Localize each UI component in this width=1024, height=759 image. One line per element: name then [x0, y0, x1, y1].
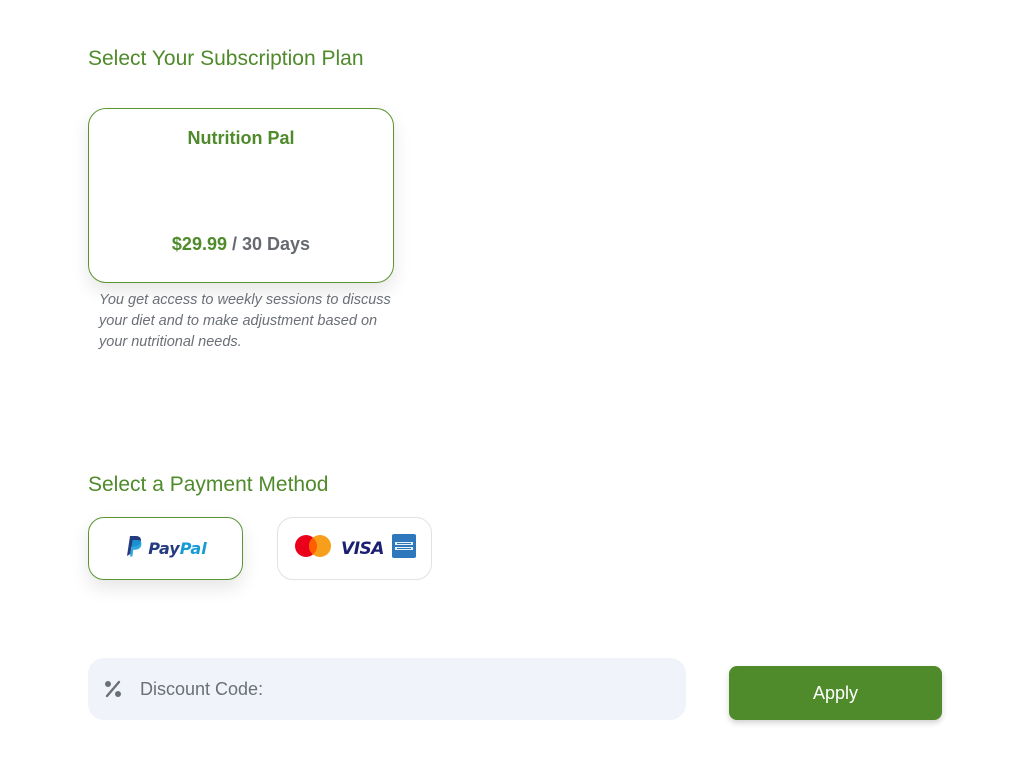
paypal-wordmark-pal: Pal: [179, 539, 207, 558]
discount-field[interactable]: [88, 658, 686, 720]
paypal-wordmark-pay: Pay: [148, 539, 180, 558]
checkout-page: Select Your Subscription Plan Nutrition …: [0, 0, 1024, 759]
plan-price-separator: /: [226, 234, 242, 254]
payment-method-paypal[interactable]: PayPal: [88, 517, 243, 580]
paypal-logo: PayPal: [124, 535, 207, 562]
visa-icon: VISA: [341, 538, 384, 559]
plan-price: $29.99: [171, 234, 227, 254]
plan-name: Nutrition Pal: [187, 128, 295, 148]
payment-method-cards[interactable]: VISA: [277, 517, 432, 580]
plan-card-nutrition-pal[interactable]: Nutrition Pal $29.99 / 30 Days: [88, 108, 394, 283]
discount-code-input[interactable]: [138, 677, 642, 701]
plan-price-line: $29.99 / 30 Days: [89, 234, 393, 255]
percent-icon: [102, 678, 124, 700]
paypal-icon: [124, 535, 142, 562]
plan-description: You get access to weekly sessions to dis…: [99, 292, 391, 350]
apply-button[interactable]: Apply: [729, 666, 942, 720]
mastercard-icon: [293, 533, 333, 564]
subscription-section-title: Select Your Subscription Plan: [88, 47, 364, 70]
plan-period: 30 Days: [242, 234, 311, 254]
paypal-wordmark: PayPal: [148, 539, 206, 558]
payment-section-title: Select a Payment Method: [88, 473, 329, 496]
amex-icon: [391, 534, 416, 563]
